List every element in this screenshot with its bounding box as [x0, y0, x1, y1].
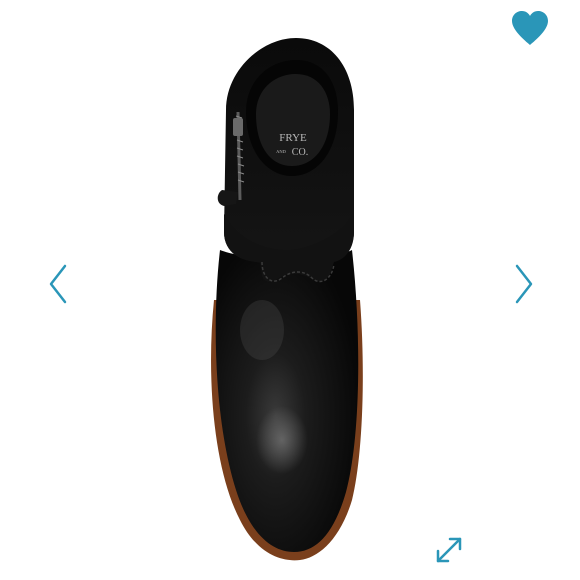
brand-logo-frye: FRYE — [279, 132, 307, 144]
favorite-button[interactable] — [506, 6, 554, 50]
expand-image-button[interactable] — [430, 532, 468, 568]
chevron-left-icon — [49, 264, 67, 304]
brand-logo-and: AND — [276, 149, 286, 154]
product-photo: FRYE AND CO. — [0, 0, 580, 580]
zipper-pull — [233, 118, 243, 136]
chevron-right-icon — [515, 264, 533, 304]
next-image-button[interactable] — [506, 258, 542, 310]
toe-highlight — [256, 406, 308, 474]
expand-arrows-icon — [436, 537, 462, 563]
brand-logo-co: CO. — [292, 147, 308, 158]
previous-image-button[interactable] — [40, 258, 76, 310]
product-image-viewer: FRYE AND CO. — [0, 0, 580, 580]
heart-icon — [512, 11, 548, 45]
